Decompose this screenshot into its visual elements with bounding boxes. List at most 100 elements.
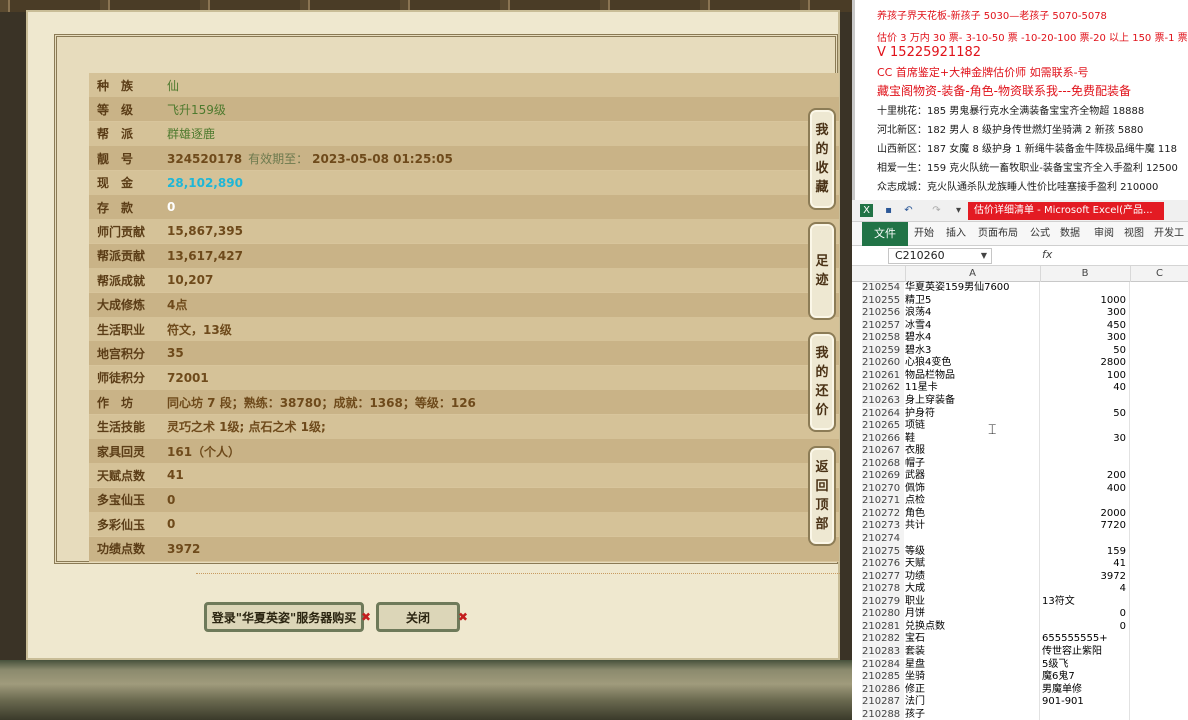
row-number[interactable]: 210260 — [862, 357, 904, 370]
sheet-row[interactable]: 210266 鞋 30 — [852, 432, 1188, 446]
cell-a[interactable]: 物品栏物品 — [905, 370, 1039, 383]
cell-a[interactable]: 衣服 — [905, 445, 1039, 458]
cell-a[interactable]: 帽子 — [905, 458, 1039, 471]
row-number[interactable]: 210276 — [862, 558, 904, 571]
cell-a[interactable]: 华夏英姿159男仙7600 — [905, 282, 1039, 295]
cell-a[interactable]: 功绩 — [905, 571, 1039, 584]
cell-b[interactable]: 男魔单修 — [1040, 684, 1129, 697]
cell-b[interactable]: 2000 — [1040, 508, 1129, 521]
cell-a[interactable]: 武器 — [905, 470, 1039, 483]
cell-a[interactable]: 修正 — [905, 684, 1039, 697]
tab-file[interactable]: 文件 — [862, 222, 908, 246]
sheet-row[interactable]: 210262 11星卡 40 — [852, 382, 1188, 395]
row-number[interactable]: 210258 — [862, 332, 904, 345]
sheet-row[interactable]: 210275 等级 159 — [852, 545, 1188, 559]
row-number[interactable]: 210283 — [862, 645, 904, 659]
cell-b[interactable]: 1000 — [1040, 295, 1129, 308]
sheet-row[interactable]: 210270 佩饰 400 — [852, 482, 1188, 496]
sheet-row[interactable]: 210269 武器 200 — [852, 470, 1188, 483]
row-number[interactable]: 210259 — [862, 344, 904, 358]
redo-icon[interactable]: ↷ — [930, 204, 943, 217]
cell-b[interactable]: 200 — [1040, 470, 1129, 483]
cell-a[interactable]: 大成 — [905, 583, 1039, 596]
cell-a[interactable]: 孩子 — [905, 709, 1039, 720]
name-box[interactable]: C210260 ▼ — [888, 248, 992, 264]
sheet-row[interactable]: 210280 月饼 0 — [852, 608, 1188, 621]
ribbon-tab[interactable]: 开发工 — [1154, 222, 1184, 246]
sheet-row[interactable]: 210286 修正 男魔单修 — [852, 683, 1188, 697]
row-number[interactable]: 210254 — [862, 282, 904, 295]
row-number[interactable]: 210265 — [862, 420, 904, 433]
cell-a[interactable]: 项链 — [905, 420, 1039, 433]
cell-a[interactable]: 冰雪4 — [905, 320, 1039, 333]
cell-a[interactable]: 碧水4 — [905, 332, 1039, 345]
ribbon-tab[interactable]: 数据 — [1060, 222, 1080, 246]
footprint-button[interactable]: 足迹 — [808, 222, 836, 320]
sheet-row[interactable]: 210283 套装 传世容止紫阳 — [852, 645, 1188, 659]
row-number[interactable]: 210286 — [862, 683, 904, 697]
sheet-row[interactable]: 210258 碧水4 300 — [852, 332, 1188, 345]
cell-b[interactable]: 传世容止紫阳 — [1040, 646, 1129, 659]
cell-a[interactable]: 月饼 — [905, 608, 1039, 621]
ribbon-tab[interactable]: 审阅 — [1094, 222, 1114, 246]
cell-a[interactable]: 身上穿装备 — [905, 395, 1039, 408]
sheet-row[interactable]: 210288 孩子 — [852, 708, 1188, 720]
row-number[interactable]: 210278 — [862, 583, 904, 596]
row-number[interactable]: 210279 — [862, 595, 904, 609]
cell-b[interactable]: 2800 — [1040, 357, 1129, 370]
cell-b[interactable]: 3972 — [1040, 571, 1129, 584]
cell-a[interactable]: 职业 — [905, 596, 1039, 609]
cell-b[interactable]: 0 — [1040, 608, 1129, 621]
row-number[interactable]: 210257 — [862, 319, 904, 333]
undo-icon[interactable]: ↶ — [902, 204, 915, 217]
ribbon-tab[interactable]: 插入 — [946, 222, 966, 246]
cell-b[interactable]: 40 — [1040, 382, 1129, 395]
chevron-down-icon[interactable]: ▼ — [981, 249, 987, 263]
row-number[interactable]: 210274 — [862, 533, 904, 546]
fx-icon[interactable]: fx — [1042, 248, 1052, 261]
close-button[interactable]: 关闭 — [376, 602, 460, 632]
sheet-row[interactable]: 210271 点检 — [852, 495, 1188, 508]
cell-b[interactable]: 50 — [1040, 345, 1129, 358]
sheet-row[interactable]: 210278 大成 4 — [852, 583, 1188, 596]
cell-a[interactable]: 法门 — [905, 696, 1039, 709]
row-number[interactable]: 210287 — [862, 696, 904, 709]
sheet-row[interactable]: 210277 功绩 3972 — [852, 570, 1188, 584]
ribbon-tab[interactable]: 公式 — [1030, 222, 1050, 246]
sheet-row[interactable]: 210268 帽子 — [852, 457, 1188, 471]
row-number[interactable]: 210281 — [862, 620, 904, 634]
cell-b[interactable]: 400 — [1040, 483, 1129, 496]
row-number[interactable]: 210272 — [862, 507, 904, 521]
cell-a[interactable]: 等级 — [905, 546, 1039, 559]
cell-a[interactable]: 心狼4变色 — [905, 357, 1039, 370]
sheet-row[interactable]: 210279 职业 13符文 — [852, 595, 1188, 609]
ribbon-tab[interactable]: 视图 — [1124, 222, 1144, 246]
row-number[interactable]: 210267 — [862, 445, 904, 458]
sheet-row[interactable]: 210256 浪荡4 300 — [852, 307, 1188, 320]
sheet-row[interactable]: 210276 天赋 41 — [852, 558, 1188, 571]
column-header[interactable]: B — [1040, 266, 1129, 282]
sheet-row[interactable]: 210260 心狼4变色 2800 — [852, 357, 1188, 370]
row-number[interactable]: 210255 — [862, 294, 904, 308]
cell-b[interactable]: 41 — [1040, 558, 1129, 571]
cell-a[interactable]: 精卫5 — [905, 295, 1039, 308]
cell-a[interactable]: 坐骑 — [905, 671, 1039, 684]
sheet-row[interactable]: 210273 共计 7720 — [852, 520, 1188, 533]
cell-a[interactable]: 点检 — [905, 495, 1039, 508]
row-number[interactable]: 210268 — [862, 457, 904, 471]
row-number[interactable]: 210284 — [862, 658, 904, 671]
cell-b[interactable]: 100 — [1040, 370, 1129, 383]
sheet-row[interactable]: 210255 精卫5 1000 — [852, 294, 1188, 308]
sheet-row[interactable]: 210281 兑换点数 0 — [852, 620, 1188, 634]
sheet-row[interactable]: 210287 法门 901-901 — [852, 696, 1188, 709]
cell-a[interactable]: 护身符 — [905, 408, 1039, 421]
cell-b[interactable]: 30 — [1040, 433, 1129, 446]
cell-a[interactable]: 浪荡4 — [905, 307, 1039, 320]
cell-a[interactable]: 兑换点数 — [905, 621, 1039, 634]
cell-a[interactable]: 鞋 — [905, 433, 1039, 446]
row-number[interactable]: 210282 — [862, 633, 904, 646]
cell-a[interactable]: 佩饰 — [905, 483, 1039, 496]
sheet-row[interactable]: 210259 碧水3 50 — [852, 344, 1188, 358]
cell-b[interactable]: 5级飞 — [1040, 659, 1129, 672]
cell-b[interactable]: 13符文 — [1040, 596, 1129, 609]
